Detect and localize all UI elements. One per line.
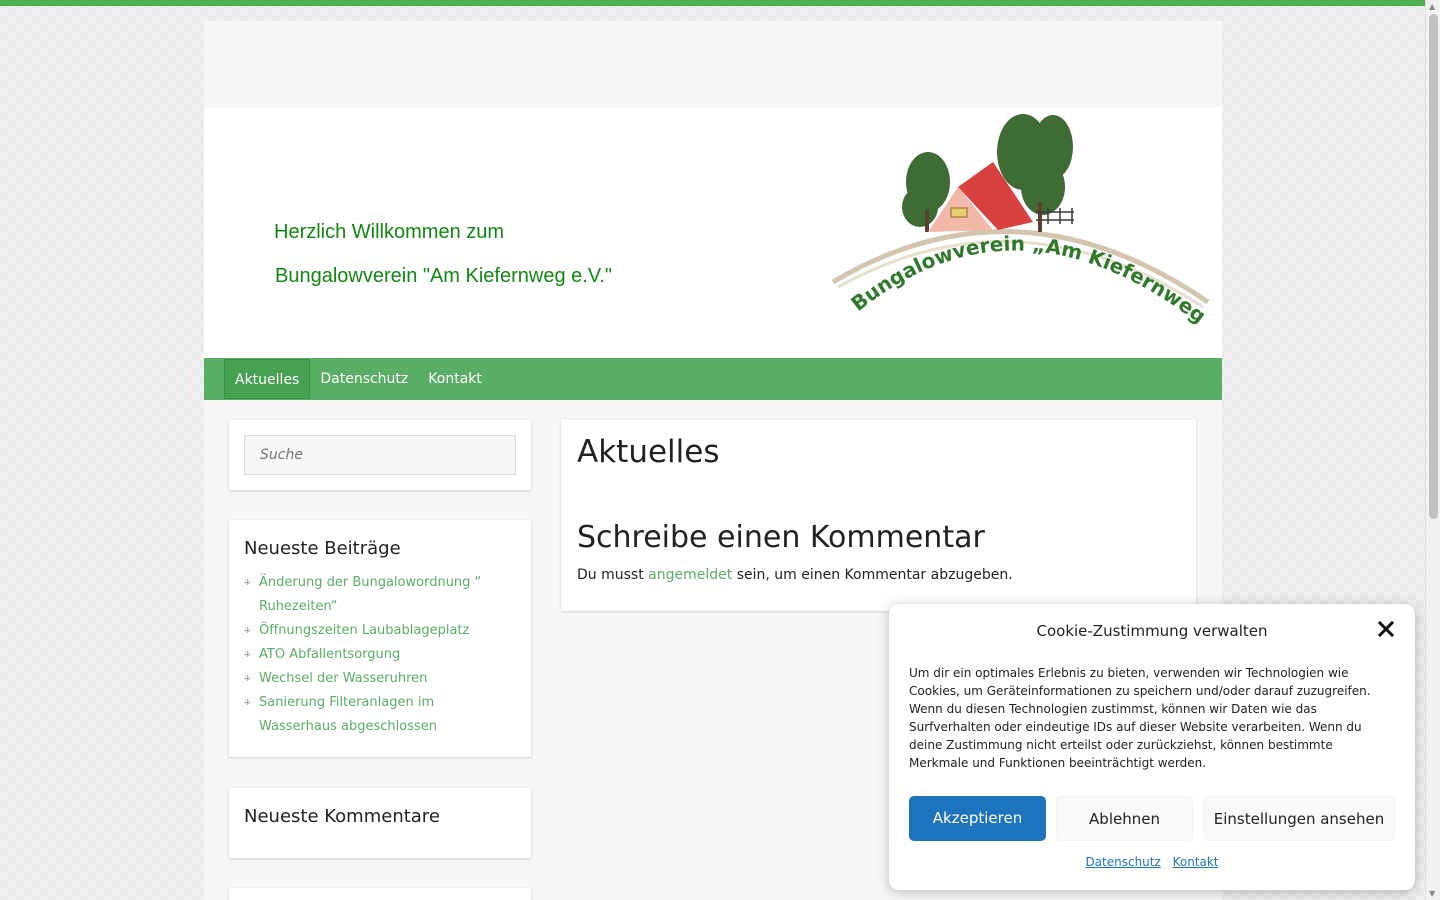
- list-item[interactable]: ⁜ ATO Abfallentsorgung: [244, 643, 516, 667]
- main-navigation: Aktuelles Datenschutz Kontakt: [204, 358, 1222, 400]
- next-widget: [229, 888, 531, 900]
- page-scrollbar[interactable]: ▲ ▼: [1425, 0, 1440, 900]
- cookie-title: Cookie-Zustimmung verwalten: [1036, 622, 1268, 640]
- login-note: Du musst angemeldet sein, um einen Komme…: [577, 567, 1180, 583]
- contact-link[interactable]: Kontakt: [1173, 855, 1219, 869]
- welcome-line-2: Bungalowverein "Am Kiefernweg e.V.": [275, 265, 612, 287]
- recent-comments-title: Neueste Kommentare: [244, 806, 440, 827]
- bullet-icon: ⁜: [244, 698, 251, 707]
- search-widget: [229, 420, 531, 490]
- page-title: Aktuelles: [577, 434, 720, 470]
- search-input[interactable]: [244, 435, 516, 475]
- list-item[interactable]: ⁜ Wechsel der Wasseruhren: [244, 667, 516, 691]
- list-item[interactable]: ⁜ Sanierung Filteranlagen im Wasserhaus a…: [244, 691, 516, 739]
- post-link[interactable]: Öffnungszeiten Laubablageplatz: [259, 623, 469, 638]
- login-link[interactable]: angemeldet: [648, 567, 732, 583]
- recent-posts-list: ⁜ Änderung der Bungalowordnung “ Ruhezeit…: [244, 571, 516, 739]
- top-accent-bar: [0, 0, 1425, 6]
- deny-button[interactable]: Ablehnen: [1056, 796, 1193, 841]
- close-icon[interactable]: [1377, 620, 1395, 638]
- club-logo: Bungalowverein „Am Kiefernweg e.V.“: [808, 112, 1216, 332]
- bullet-icon: ⁜: [244, 578, 251, 587]
- bullet-icon: ⁜: [244, 650, 251, 659]
- accept-button[interactable]: Akzeptieren: [909, 796, 1046, 841]
- bullet-icon: ⁜: [244, 626, 251, 635]
- cookie-consent-dialog: Cookie-Zustimmung verwalten Um dir ein o…: [889, 604, 1415, 890]
- nav-item-kontakt[interactable]: Kontakt: [418, 359, 492, 399]
- post-link[interactable]: Änderung der Bungalowordnung “ Ruhezeite…: [259, 575, 481, 614]
- nav-item-aktuelles[interactable]: Aktuelles: [224, 359, 311, 399]
- header-top: [204, 21, 1222, 108]
- scroll-thumb[interactable]: [1429, 14, 1438, 519]
- list-item[interactable]: ⁜ Öffnungszeiten Laubablageplatz: [244, 619, 516, 643]
- post-link[interactable]: Sanierung Filteranlagen im Wasserhaus ab…: [259, 695, 437, 734]
- comment-title: Schreibe einen Kommentar: [577, 520, 985, 555]
- privacy-link[interactable]: Datenschutz: [1085, 855, 1160, 869]
- cookie-text: Um dir ein optimales Erlebnis zu bieten,…: [909, 666, 1371, 770]
- welcome-line-1: Herzlich Willkommen zum: [274, 221, 505, 243]
- main-article: Aktuelles Schreibe einen Kommentar Du mu…: [561, 420, 1196, 611]
- nav-item-datenschutz[interactable]: Datenschutz: [310, 359, 418, 399]
- recent-comments-widget: Neueste Kommentare: [229, 788, 531, 858]
- cookie-links: Datenschutz Kontakt: [889, 855, 1415, 869]
- post-link[interactable]: Wechsel der Wasseruhren: [259, 671, 427, 686]
- post-link[interactable]: ATO Abfallentsorgung: [259, 647, 400, 662]
- bullet-icon: ⁜: [244, 674, 251, 683]
- header-banner: Herzlich Willkommen zum Bungalowverein "…: [204, 108, 1222, 358]
- list-item[interactable]: ⁜ Änderung der Bungalowordnung “ Ruhezeit…: [244, 571, 516, 619]
- login-suffix: sein, um einen Kommentar abzugeben.: [736, 567, 1013, 583]
- recent-posts-widget: Neueste Beiträge ⁜ Änderung der Bungalowo…: [229, 520, 531, 757]
- recent-posts-title: Neueste Beiträge: [244, 538, 401, 559]
- scroll-up-icon[interactable]: ▲: [1429, 2, 1435, 11]
- view-settings-button[interactable]: Einstellungen ansehen: [1203, 796, 1395, 841]
- login-prefix: Du musst: [577, 567, 644, 583]
- scroll-down-icon[interactable]: ▼: [1429, 889, 1435, 898]
